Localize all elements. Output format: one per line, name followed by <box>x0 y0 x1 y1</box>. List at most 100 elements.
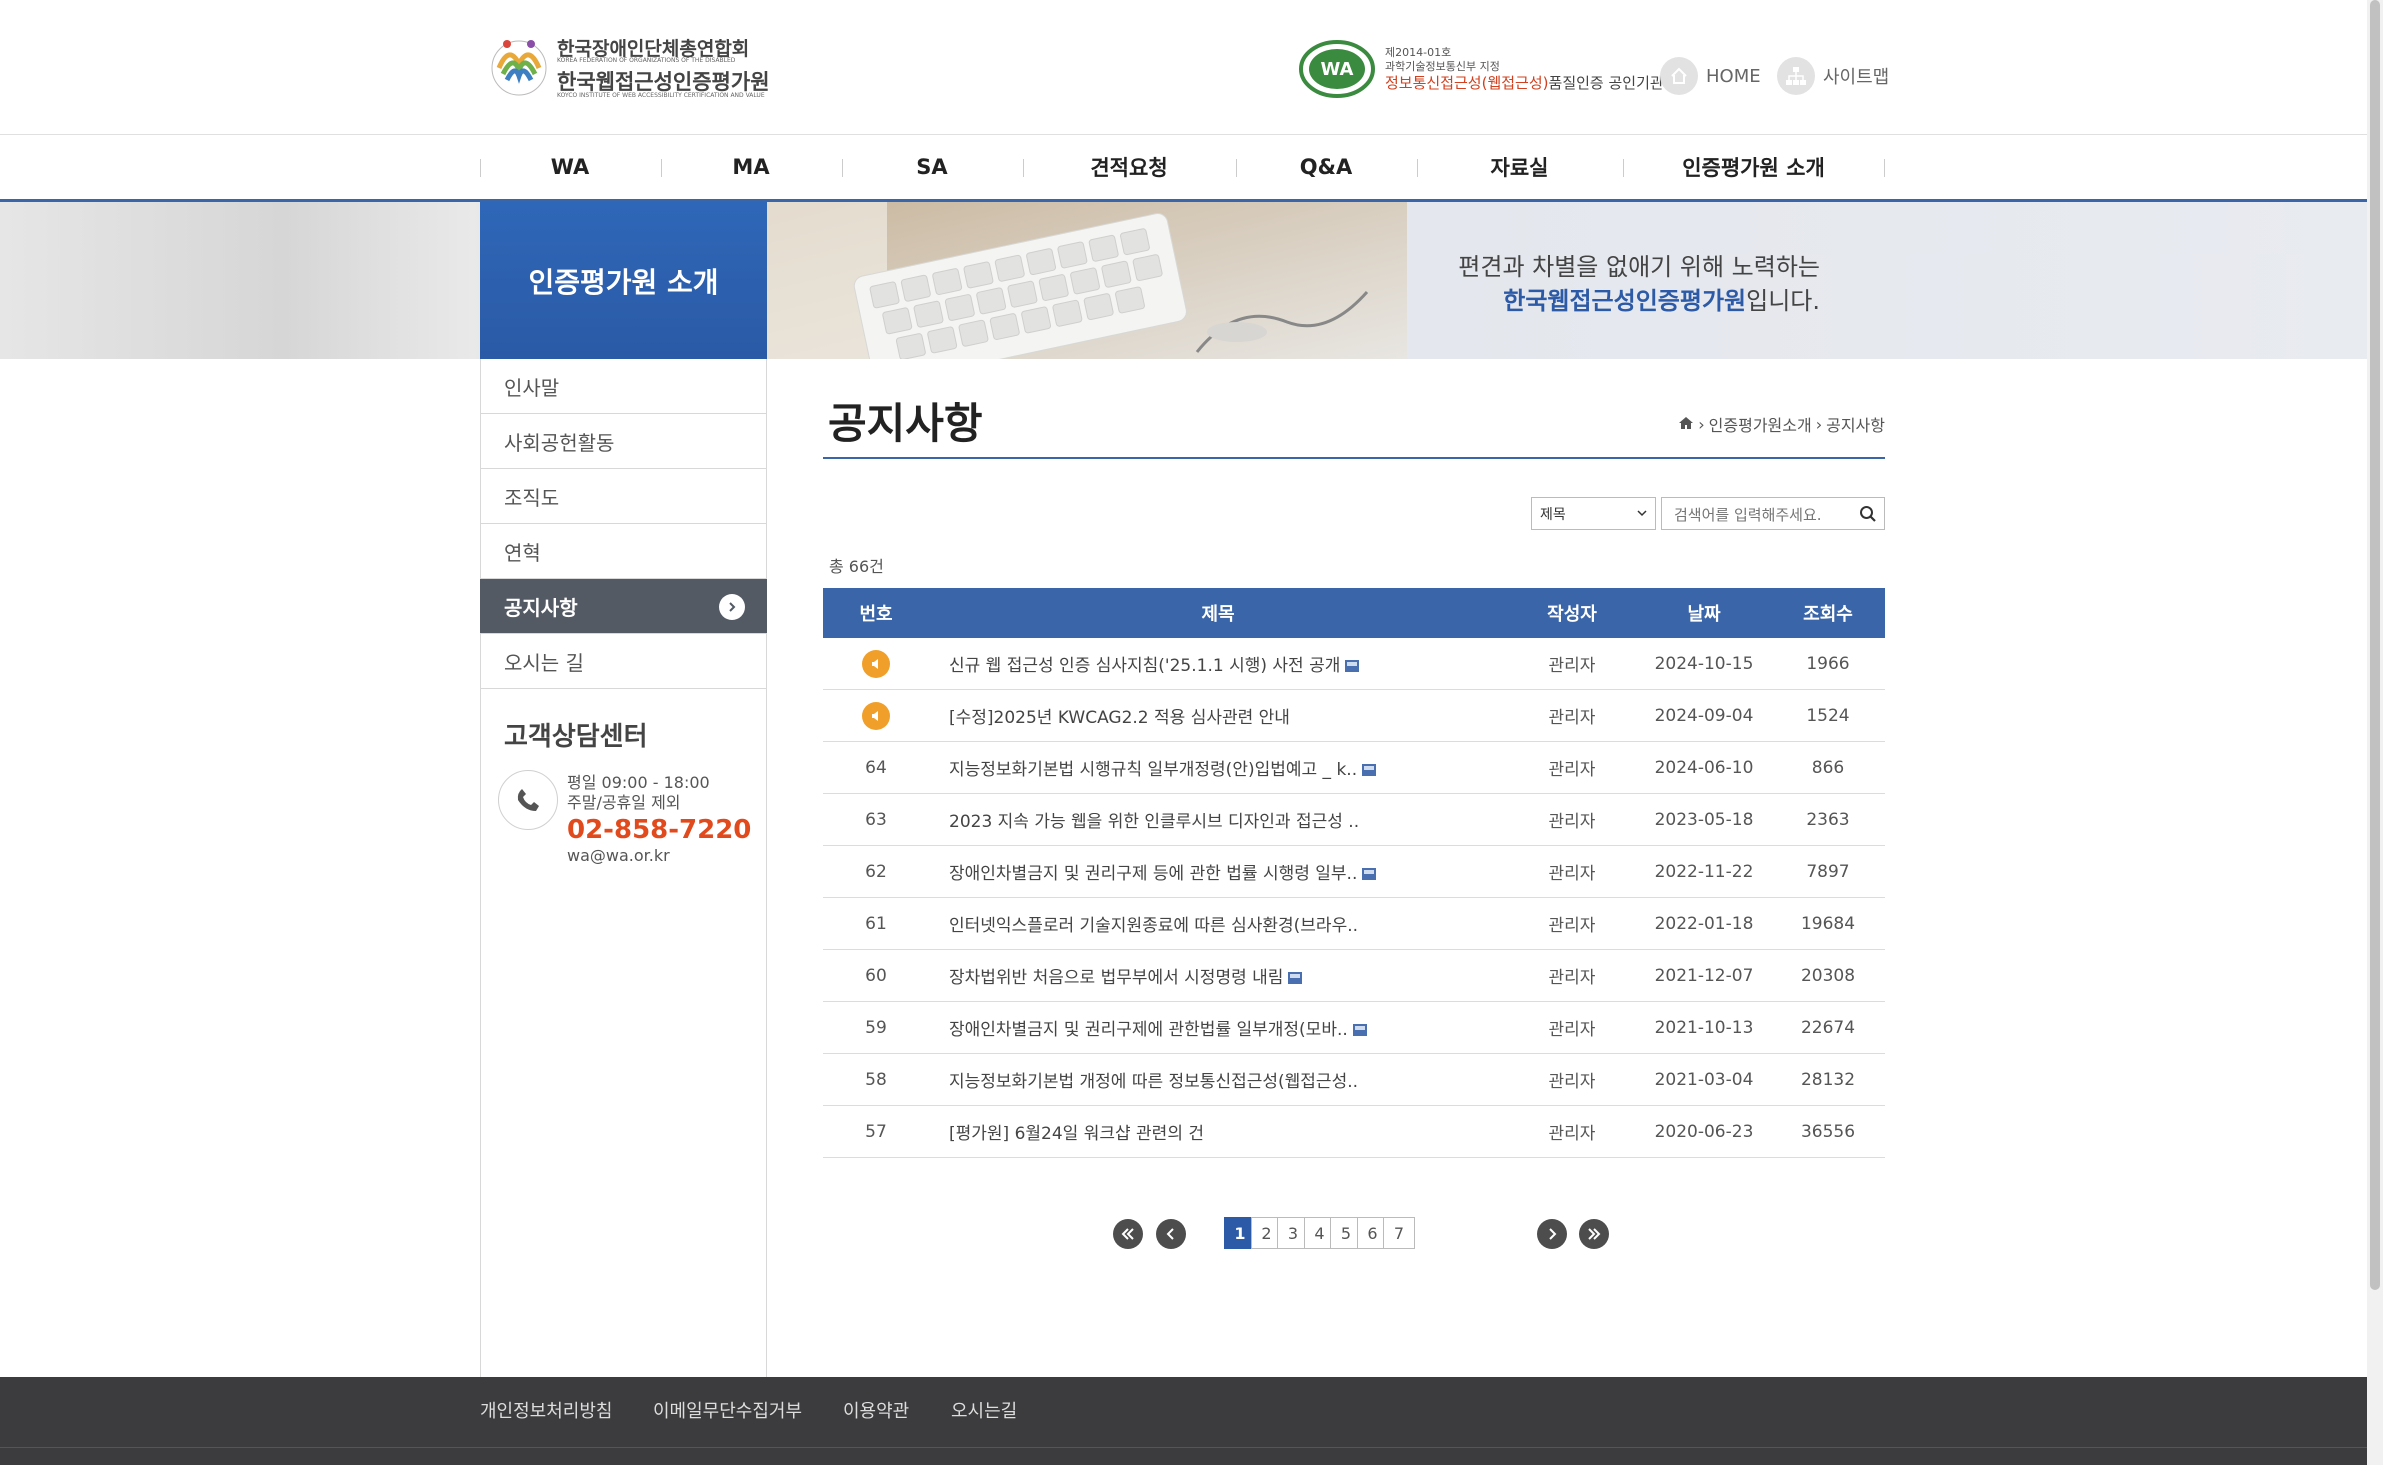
sidebar-menu: 인사말 사회공헌활동 조직도 연혁 공지사항 오시는 길 <box>480 359 767 689</box>
sidebar-item-social-contribution[interactable]: 사회공헌활동 <box>480 414 767 469</box>
cell-title[interactable]: 인터넷익스플로러 기술지원종료에 따른 심사환경(브라우.. <box>929 897 1507 950</box>
gnb-item-ma[interactable]: MA <box>661 135 841 199</box>
home-link[interactable]: HOME <box>1660 56 1761 96</box>
footer-link-terms[interactable]: 이용약관 <box>843 1397 909 1423</box>
cell-number: 61 <box>823 897 929 950</box>
row-number: 63 <box>865 809 887 830</box>
page-title: 공지사항 <box>828 399 983 448</box>
cell-date: 2020-06-23 <box>1637 1105 1771 1158</box>
table-row[interactable]: 60 장차법위반 처음으로 법무부에서 시정명령 내림 관리자 2021-12-07 2… <box>823 949 1885 1002</box>
cell-date: 2022-01-18 <box>1637 897 1771 950</box>
breadcrumb-item[interactable]: 공지사항 <box>1826 412 1885 436</box>
table-row[interactable]: 59 장애인차별금지 및 권리구제에 관한법률 일부개정(모바.. 관리자 2021-… <box>823 1001 1885 1054</box>
home-icon[interactable] <box>1678 415 1694 434</box>
footer-link-email-refusal[interactable]: 이메일무단수집거부 <box>653 1397 802 1423</box>
row-title-link[interactable]: 지능정보화기본법 시행규칙 일부개정령(안)입법예고 _ k.. <box>949 760 1357 780</box>
search-input[interactable] <box>1662 498 1856 531</box>
breadcrumb-item[interactable]: 인증평가원소개 <box>1709 412 1812 436</box>
search-field-value: 제목 <box>1540 506 1566 523</box>
sidebar-item-organization[interactable]: 조직도 <box>480 469 767 524</box>
attachment-icon <box>1362 764 1377 776</box>
row-title-link[interactable]: 지능정보화기본법 개정에 따른 정보통신접근성(웹접근성.. <box>949 1072 1358 1092</box>
cell-title[interactable]: 장차법위반 처음으로 법무부에서 시정명령 내림 <box>929 949 1507 1002</box>
cell-title[interactable]: 장애인차별금지 및 권리구제 등에 관한 법률 시행령 일부.. <box>929 845 1507 898</box>
row-title-link[interactable]: 신규 웹 접근성 인증 심사지침('25.1.1 시행) 사전 공개 <box>949 656 1340 676</box>
cell-number: 59 <box>823 1001 929 1054</box>
row-title-link[interactable]: 장애인차별금지 및 권리구제 등에 관한 법률 시행령 일부.. <box>949 864 1357 884</box>
cell-title[interactable]: 지능정보화기본법 시행규칙 일부개정령(안)입법예고 _ k.. <box>929 741 1507 794</box>
table-row[interactable]: 61 인터넷익스플로러 기술지원종료에 따른 심사환경(브라우.. 관리자 2022-… <box>823 897 1885 950</box>
chevron-left-icon <box>1166 1228 1174 1240</box>
gnb-item-estimate[interactable]: 견적요청 <box>1023 135 1235 199</box>
row-title-link[interactable]: [수정]2025년 KWCAG2.2 적용 심사관련 안내 <box>949 708 1290 728</box>
row-number: 61 <box>865 913 887 934</box>
table-row[interactable]: 63 2023 지속 가능 웹을 위한 인클루시브 디자인과 접근성 .. 관리자 2… <box>823 793 1885 846</box>
notice-speaker-icon <box>862 701 890 730</box>
site-logo[interactable]: 한국장애인단체총연합회 KOREA FEDERATION OF ORGANIZA… <box>485 30 770 100</box>
cell-title[interactable]: [수정]2025년 KWCAG2.2 적용 심사관련 안내 <box>929 689 1507 742</box>
page-number-button[interactable]: 7 <box>1383 1217 1415 1249</box>
chevron-right-icon <box>719 594 745 620</box>
cell-title[interactable]: 2023 지속 가능 웹을 위한 인클루시브 디자인과 접근성 .. <box>929 793 1507 846</box>
cell-author: 관리자 <box>1507 1053 1637 1106</box>
section-title: 인증평가원 소개 <box>528 265 719 299</box>
sitemap-link[interactable]: 사이트맵 <box>1777 56 1889 96</box>
footer: 개인정보처리방침 이메일무단수집거부 이용약관 오시는길 <box>0 1377 2367 1465</box>
gnb-item-sa[interactable]: SA <box>842 135 1022 199</box>
cell-author: 관리자 <box>1507 949 1637 1002</box>
attachment-icon <box>1288 972 1303 984</box>
gnb-item-about[interactable]: 인증평가원 소개 <box>1623 135 1884 199</box>
table-row[interactable]: 57 [평가원] 6월24일 워크샵 관련의 건 관리자 2020-06-23 3655… <box>823 1105 1885 1158</box>
table-row[interactable]: 64 지능정보화기본법 시행규칙 일부개정령(안)입법예고 _ k.. 관리자 202… <box>823 741 1885 794</box>
cell-date: 2024-09-04 <box>1637 689 1771 742</box>
cell-author: 관리자 <box>1507 845 1637 898</box>
row-title-link[interactable]: 장차법위반 처음으로 법무부에서 시정명령 내림 <box>949 968 1283 988</box>
sidebar-item-directions[interactable]: 오시는 길 <box>480 634 767 689</box>
row-title-link[interactable]: [평가원] 6월24일 워크샵 관련의 건 <box>949 1124 1204 1144</box>
table-row[interactable]: 62 장애인차별금지 및 권리구제 등에 관한 법률 시행령 일부.. 관리자 202… <box>823 845 1885 898</box>
hours-weekday: 평일 09:00 - 18:00 <box>567 773 710 792</box>
column-header-number: 번호 <box>823 588 929 638</box>
table-header-row: 번호 제목 작성자 날짜 조회수 <box>823 588 1885 638</box>
row-title-link[interactable]: 2023 지속 가능 웹을 위한 인클루시브 디자인과 접근성 .. <box>949 812 1359 832</box>
table-row[interactable]: 신규 웹 접근성 인증 심사지침('25.1.1 시행) 사전 공개 관리자 202… <box>823 638 1885 690</box>
cell-number: 64 <box>823 741 929 794</box>
cell-title[interactable]: 신규 웹 접근성 인증 심사지침('25.1.1 시행) 사전 공개 <box>929 638 1507 690</box>
home-icon <box>1660 57 1698 95</box>
cell-title[interactable]: 장애인차별금지 및 권리구제에 관한법률 일부개정(모바.. <box>929 1001 1507 1054</box>
last-page-button[interactable] <box>1579 1219 1609 1249</box>
sidebar-item-notice[interactable]: 공지사항 <box>480 579 767 634</box>
footer-link-directions[interactable]: 오시는길 <box>951 1397 1017 1423</box>
sidebar-item-greeting[interactable]: 인사말 <box>480 359 767 414</box>
table-row[interactable]: 58 지능정보화기본법 개정에 따른 정보통신접근성(웹접근성.. 관리자 2021-… <box>823 1053 1885 1106</box>
cell-number: 62 <box>823 845 929 898</box>
gnb-item-qna[interactable]: Q&A <box>1236 135 1416 199</box>
cell-title[interactable]: 지능정보화기본법 개정에 따른 정보통신접근성(웹접근성.. <box>929 1053 1507 1106</box>
prev-page-button[interactable] <box>1156 1219 1186 1249</box>
row-number: 64 <box>865 757 887 778</box>
svg-text:WA: WA <box>1321 59 1354 80</box>
cell-title[interactable]: [평가원] 6월24일 워크샵 관련의 건 <box>929 1105 1507 1158</box>
column-header-title: 제목 <box>929 588 1507 638</box>
gnb-item-wa[interactable]: WA <box>480 135 660 199</box>
scrollbar-thumb[interactable] <box>2370 0 2380 1290</box>
column-header-author: 작성자 <box>1507 588 1637 638</box>
first-page-button[interactable] <box>1113 1219 1143 1249</box>
next-page-button[interactable] <box>1537 1219 1567 1249</box>
cell-author: 관리자 <box>1507 689 1637 742</box>
sidebar-item-history[interactable]: 연혁 <box>480 524 767 579</box>
search-field-select[interactable]: 제목 <box>1531 497 1656 530</box>
row-title-link[interactable]: 장애인차별금지 및 권리구제에 관한법률 일부개정(모바.. <box>949 1020 1348 1040</box>
notice-table: 번호 제목 작성자 날짜 조회수 신규 웹 접근성 인증 심사지침('25.1.… <box>823 588 1885 1158</box>
attachment-icon <box>1362 868 1377 880</box>
gnb-item-resources[interactable]: 자료실 <box>1417 135 1622 199</box>
section-title-panel: 인증평가원 소개 <box>480 202 767 359</box>
row-title-link[interactable]: 인터넷익스플로러 기술지원종료에 따른 심사환경(브라우.. <box>949 916 1358 936</box>
footer-link-privacy[interactable]: 개인정보처리방침 <box>480 1397 612 1423</box>
search-button[interactable] <box>1856 502 1880 526</box>
table-row[interactable]: [수정]2025년 KWCAG2.2 적용 심사관련 안내 관리자 2024-09-… <box>823 689 1885 742</box>
cell-views: 22674 <box>1771 1001 1885 1054</box>
federation-logo-icon <box>491 40 547 96</box>
cell-author: 관리자 <box>1507 1105 1637 1158</box>
total-count: 총 66건 <box>829 557 884 576</box>
